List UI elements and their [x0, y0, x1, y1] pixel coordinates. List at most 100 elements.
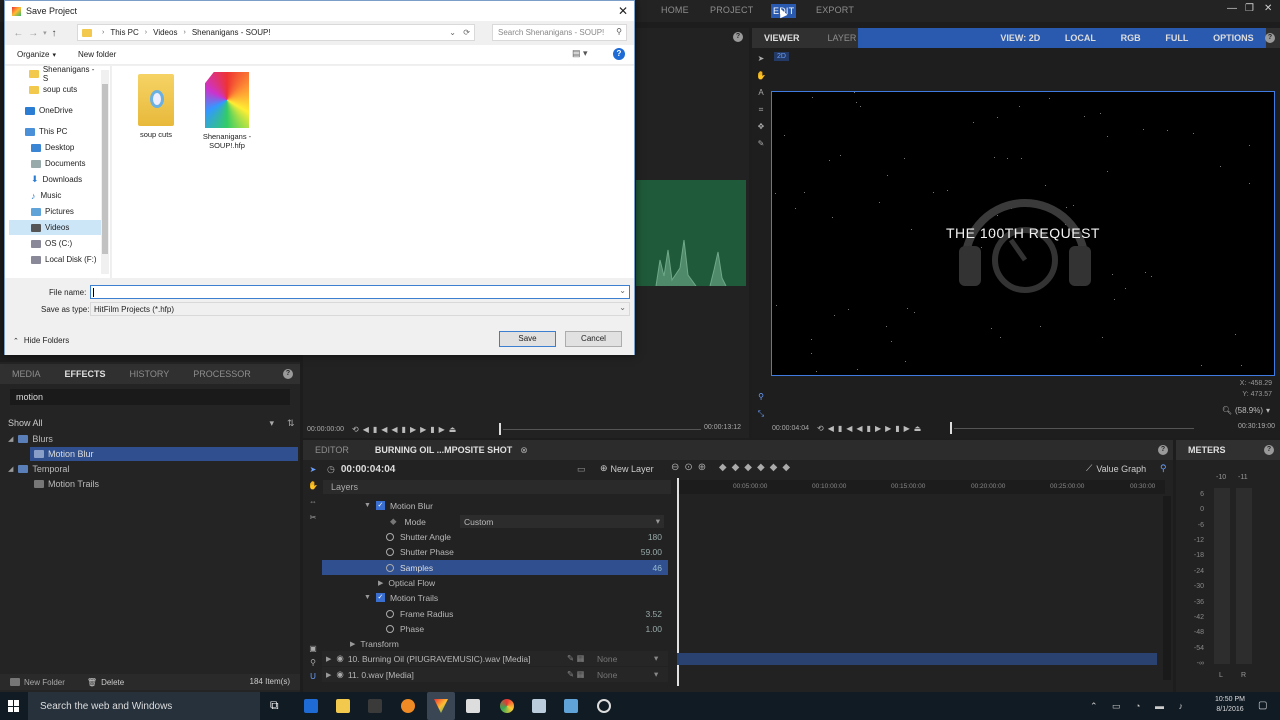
save-type-dropdown[interactable]: HitFilm Projects (*.hfp) ⌄ — [90, 302, 630, 316]
layer-row-phase[interactable]: Phase 1.00 — [322, 621, 668, 636]
help-icon[interactable]: ? — [733, 32, 743, 42]
forward-arrow-icon[interactable]: → — [28, 28, 38, 39]
address-bar[interactable]: › This PC › Videos › Shenanigans - SOUP!… — [77, 24, 475, 41]
layer-row-mode[interactable]: ◆ Mode Custom ▾ — [322, 514, 668, 529]
viewer-scrub[interactable] — [954, 428, 1194, 429]
timeline-scrollbar[interactable] — [1163, 496, 1171, 680]
zoom-control[interactable]: 🔍︎ (58.9%) ▾ — [1222, 406, 1270, 415]
magnet-icon[interactable]: U — [306, 670, 320, 684]
close-tab-icon[interactable]: ⊗ — [520, 445, 528, 456]
hand-tool-icon[interactable]: ✋ — [306, 478, 320, 494]
tab-media[interactable]: MEDIA — [12, 369, 41, 379]
row-value[interactable]: 46 — [653, 563, 662, 573]
layer-row-10[interactable]: ▶ ◉ 10. Burning Oil (PIUGRAVEMUSIC).wav [M… — [322, 651, 668, 666]
options-dropdown[interactable]: OPTIONS — [1213, 33, 1254, 43]
minimize-button[interactable]: — — [1227, 3, 1237, 14]
tab-history[interactable]: HISTORY — [130, 369, 170, 379]
task-view-icon[interactable]: ⧉ — [270, 698, 279, 713]
select-tool-icon[interactable]: ➤ — [306, 462, 320, 478]
nav-onedrive[interactable]: OneDrive — [9, 103, 101, 118]
transport-icons[interactable]: ⟲◀▮◀◀▮▶▶▮▶⏏ — [352, 425, 460, 434]
checkbox-icon[interactable]: ✓ — [375, 593, 385, 602]
up-arrow-icon[interactable]: ↑ — [52, 28, 57, 39]
help-icon[interactable]: ? — [1265, 33, 1275, 43]
file-explorer-icon[interactable] — [336, 699, 350, 713]
tab-editor[interactable]: EDITOR — [315, 445, 349, 455]
dialog-close-button[interactable]: ✕ — [618, 4, 628, 18]
playhead[interactable] — [950, 422, 952, 434]
organize-button[interactable]: Organize ▾ — [17, 50, 56, 59]
full-dropdown[interactable]: FULL — [1165, 33, 1188, 43]
layout-icon[interactable]: ▭ — [577, 464, 586, 475]
nav-this-pc[interactable]: This PC — [9, 124, 101, 139]
nav-pictures[interactable]: Pictures — [9, 204, 101, 219]
file-name-input[interactable]: ⌄ — [90, 285, 630, 299]
nav-desktop[interactable]: Desktop — [9, 140, 101, 155]
timeline-ruler[interactable]: 00:05:00:00 00:10:00:00 00:15:00:00 00:2… — [677, 480, 1165, 494]
tab-processor[interactable]: PROCESSOR — [193, 369, 251, 379]
snap-icon[interactable]: ⚲ — [306, 656, 320, 670]
nav-os-c[interactable]: OS (C:) — [9, 236, 101, 251]
keyframe-toggle-icon[interactable] — [386, 532, 394, 541]
mode-dropdown[interactable]: Custom ▾ — [460, 515, 664, 528]
breadcrumb-shenanigans[interactable]: Shenanigans - SOUP! — [192, 28, 271, 37]
app-icon[interactable] — [401, 699, 415, 713]
keyframe-nav-icons[interactable]: ⊖⊙⊕ ◆◆◆◆◆◆ — [671, 462, 795, 473]
close-app-button[interactable]: ✕ — [1264, 3, 1272, 14]
transport-icons[interactable]: ⟲◀▮◀◀▮▶▶▮▶⏏ — [817, 424, 925, 433]
razor-tool-icon[interactable]: ✂ — [306, 510, 320, 526]
keyframe-toggle-icon[interactable] — [386, 624, 394, 633]
layer-row-11[interactable]: ▶ ◉ 11. 0.wav [Media] ✎ ▦ None ▾ — [322, 667, 668, 682]
store-icon[interactable] — [466, 699, 480, 713]
help-icon[interactable]: ? — [283, 369, 293, 379]
file-item-project[interactable]: Shenanigans - SOUP!.hfp — [202, 72, 252, 150]
nav-shenanigans[interactable]: Shenanigans - S — [9, 65, 101, 83]
pen-tool-icon[interactable]: ✎ — [755, 135, 767, 152]
tab-composite-shot[interactable]: BURNING OIL ...MPOSITE SHOT — [375, 445, 512, 455]
nav-videos[interactable]: Videos — [9, 220, 101, 235]
nav-music[interactable]: ♪ Music — [9, 188, 101, 203]
cancel-button[interactable]: Cancel — [565, 331, 622, 347]
tab-effects[interactable]: EFFECTS — [65, 369, 106, 379]
help-icon[interactable]: ? — [1264, 445, 1274, 455]
nav-documents[interactable]: Documents — [9, 156, 101, 171]
layer-row-optical-flow[interactable]: ▶ Optical Flow — [322, 575, 668, 590]
move-tool-icon[interactable]: ✥ — [755, 118, 767, 135]
row-value[interactable]: 59.00 — [641, 547, 662, 557]
dialog-help-icon[interactable]: ? — [613, 48, 625, 60]
tab-home[interactable]: HOME — [661, 5, 689, 15]
chevron-down-icon[interactable]: ▾ — [43, 29, 47, 37]
layer-row-motion-blur[interactable]: ▼ ✓ Motion Blur — [322, 498, 668, 513]
hand-tool-icon[interactable]: ✋ — [755, 67, 767, 84]
playhead[interactable] — [499, 423, 501, 435]
mode-2d-badge[interactable]: 2D — [774, 52, 789, 61]
chrome-icon[interactable] — [500, 699, 514, 713]
nav-downloads[interactable]: ⬇ Downloads — [9, 172, 101, 187]
help-icon[interactable]: ? — [1158, 445, 1168, 455]
blend-mode[interactable]: None — [597, 670, 617, 680]
sort-icon[interactable]: ⇅ — [287, 418, 295, 429]
view-options-icon[interactable]: ▤ ▾ — [572, 48, 588, 59]
dialog-search-input[interactable]: Search Shenanigans - SOUP! ⚲ — [492, 24, 627, 41]
layer-tools-icons[interactable]: ✎ ▦ — [567, 669, 585, 680]
eye-icon[interactable]: ◉ — [336, 669, 343, 680]
row-value[interactable]: 3.52 — [645, 609, 662, 619]
breadcrumb-this-pc[interactable]: This PC — [110, 28, 138, 37]
composite-icon[interactable]: ▣ — [306, 642, 320, 656]
value-graph-button[interactable]: ⟋ Value Graph — [1086, 463, 1146, 474]
show-all-dropdown[interactable]: Show All ▾ — [8, 418, 278, 429]
row-value[interactable]: 180 — [648, 532, 662, 542]
app-icon[interactable] — [368, 699, 382, 713]
select-tool-icon[interactable]: ➤ — [755, 50, 767, 67]
refresh-icon[interactable]: ⟳ — [463, 28, 470, 37]
taskbar-time[interactable]: 10:50 PM — [1210, 696, 1250, 703]
audio-clip-10[interactable] — [677, 653, 1157, 665]
system-tray-icons[interactable]: ⌃ ▭ ◔ ▬ ♪ — [1090, 701, 1189, 712]
eye-icon[interactable]: ◉ — [336, 653, 343, 664]
delete-button[interactable]: 🗑︎ Delete — [87, 678, 124, 687]
nav-local-disk-f[interactable]: Local Disk (F:) — [9, 252, 101, 267]
viewer-canvas[interactable]: THE 100TH REQUEST — [771, 91, 1275, 376]
new-folder-button[interactable]: New folder — [78, 50, 116, 59]
tree-item-motion-trails[interactable]: Motion Trails — [30, 477, 298, 491]
snap-icon[interactable]: ⤡ — [755, 405, 767, 422]
